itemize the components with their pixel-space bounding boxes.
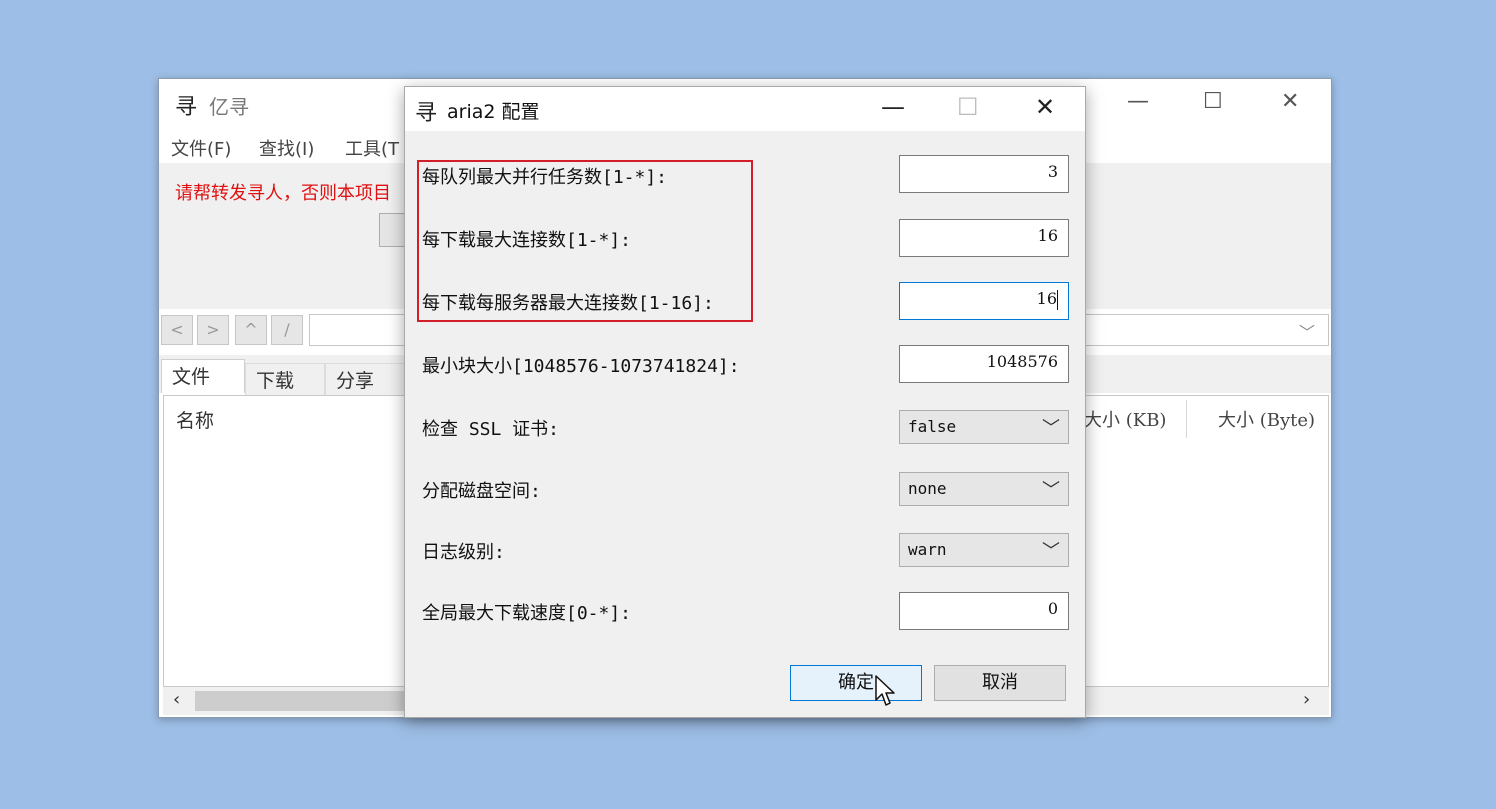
- main-window-title: 亿寻: [209, 95, 249, 119]
- dialog-titlebar[interactable]: 寻 aria2 配置 — ☐ ✕: [405, 87, 1085, 131]
- menu-tools[interactable]: 工具(T: [345, 135, 399, 161]
- column-header-size-byte[interactable]: 大小 (Byte): [1218, 406, 1315, 432]
- main-maximize-icon[interactable]: ☐: [1203, 89, 1223, 114]
- label-max-overall-download-limit: 全局最大下载速度[0-*]:: [422, 603, 632, 624]
- text-caret: [1057, 289, 1058, 310]
- main-minimize-icon[interactable]: —: [1127, 89, 1149, 114]
- column-divider[interactable]: [1186, 400, 1187, 438]
- label-max-concurrent-downloads: 每队列最大并行任务数[1-*]:: [422, 167, 668, 188]
- tab-files[interactable]: 文件: [161, 359, 245, 393]
- input-max-concurrent-downloads[interactable]: 3: [899, 155, 1069, 193]
- input-max-connections-per-server[interactable]: 16: [899, 282, 1069, 320]
- input-max-overall-download-limit[interactable]: 0: [899, 592, 1069, 630]
- value-check-certificate: false: [908, 417, 957, 436]
- column-header-name[interactable]: 名称: [176, 406, 214, 433]
- scroll-right-icon[interactable]: ›: [1303, 689, 1310, 710]
- app-logo-icon: 寻: [415, 101, 438, 126]
- aria2-config-dialog: 寻 aria2 配置 — ☐ ✕ 每队列最大并行任务数[1-*]: 3 每下载最…: [404, 86, 1086, 718]
- select-log-level[interactable]: warn ﹀: [899, 533, 1069, 567]
- menu-file[interactable]: 文件(F): [171, 135, 231, 161]
- value-log-level: warn: [908, 540, 947, 559]
- label-log-level: 日志级别:: [422, 542, 505, 563]
- main-close-icon[interactable]: ✕: [1281, 89, 1299, 114]
- mouse-cursor-icon: [875, 675, 895, 706]
- up-button[interactable]: ^: [235, 315, 267, 345]
- value-file-allocation: none: [908, 479, 947, 498]
- chevron-down-icon: ﹀: [1042, 541, 1060, 562]
- notice-text: 请帮转发寻人，否则本项目: [175, 183, 391, 204]
- value-max-connections-per-server: 16: [1036, 289, 1057, 308]
- scroll-left-icon[interactable]: ‹: [173, 689, 180, 710]
- label-min-split-size: 最小块大小[1048576-1073741824]:: [422, 356, 740, 377]
- label-max-connections-per-server: 每下载每服务器最大连接数[1-16]:: [422, 293, 714, 314]
- dialog-maximize-icon: ☐: [957, 93, 979, 121]
- value-max-overall-download-limit: 0: [1047, 599, 1058, 618]
- label-check-certificate: 检查 SSL 证书:: [422, 419, 560, 440]
- label-file-allocation: 分配磁盘空间:: [422, 481, 541, 502]
- input-min-split-size[interactable]: 1048576: [899, 345, 1069, 383]
- cancel-button[interactable]: 取消: [934, 665, 1066, 701]
- dialog-title: aria2 配置: [447, 101, 540, 123]
- chevron-down-icon: ﹀: [1042, 480, 1060, 501]
- value-max-connections: 16: [1037, 226, 1058, 245]
- chevron-down-icon[interactable]: ﹀: [1299, 319, 1315, 343]
- menu-find[interactable]: 查找(I): [259, 135, 314, 161]
- back-button[interactable]: <: [161, 315, 193, 345]
- select-file-allocation[interactable]: none ﹀: [899, 472, 1069, 506]
- value-min-split-size: 1048576: [986, 352, 1058, 371]
- column-header-size-kb[interactable]: 大小 (KB): [1084, 406, 1166, 432]
- tab-downloads[interactable]: 下载: [245, 363, 325, 397]
- ok-button[interactable]: 确定: [790, 665, 922, 701]
- chevron-down-icon: ﹀: [1042, 418, 1060, 439]
- label-max-connections: 每下载最大连接数[1-*]:: [422, 230, 632, 251]
- forward-button[interactable]: >: [197, 315, 229, 345]
- select-check-certificate[interactable]: false ﹀: [899, 410, 1069, 444]
- value-max-concurrent-downloads: 3: [1047, 162, 1058, 181]
- tab-share[interactable]: 分享: [325, 363, 405, 397]
- dialog-minimize-icon[interactable]: —: [881, 93, 905, 121]
- scrollbar-thumb[interactable]: [195, 691, 435, 711]
- input-max-connections[interactable]: 16: [899, 219, 1069, 257]
- app-logo-icon: 寻: [175, 95, 198, 120]
- root-button[interactable]: /: [271, 315, 303, 345]
- dialog-close-icon[interactable]: ✕: [1035, 93, 1055, 121]
